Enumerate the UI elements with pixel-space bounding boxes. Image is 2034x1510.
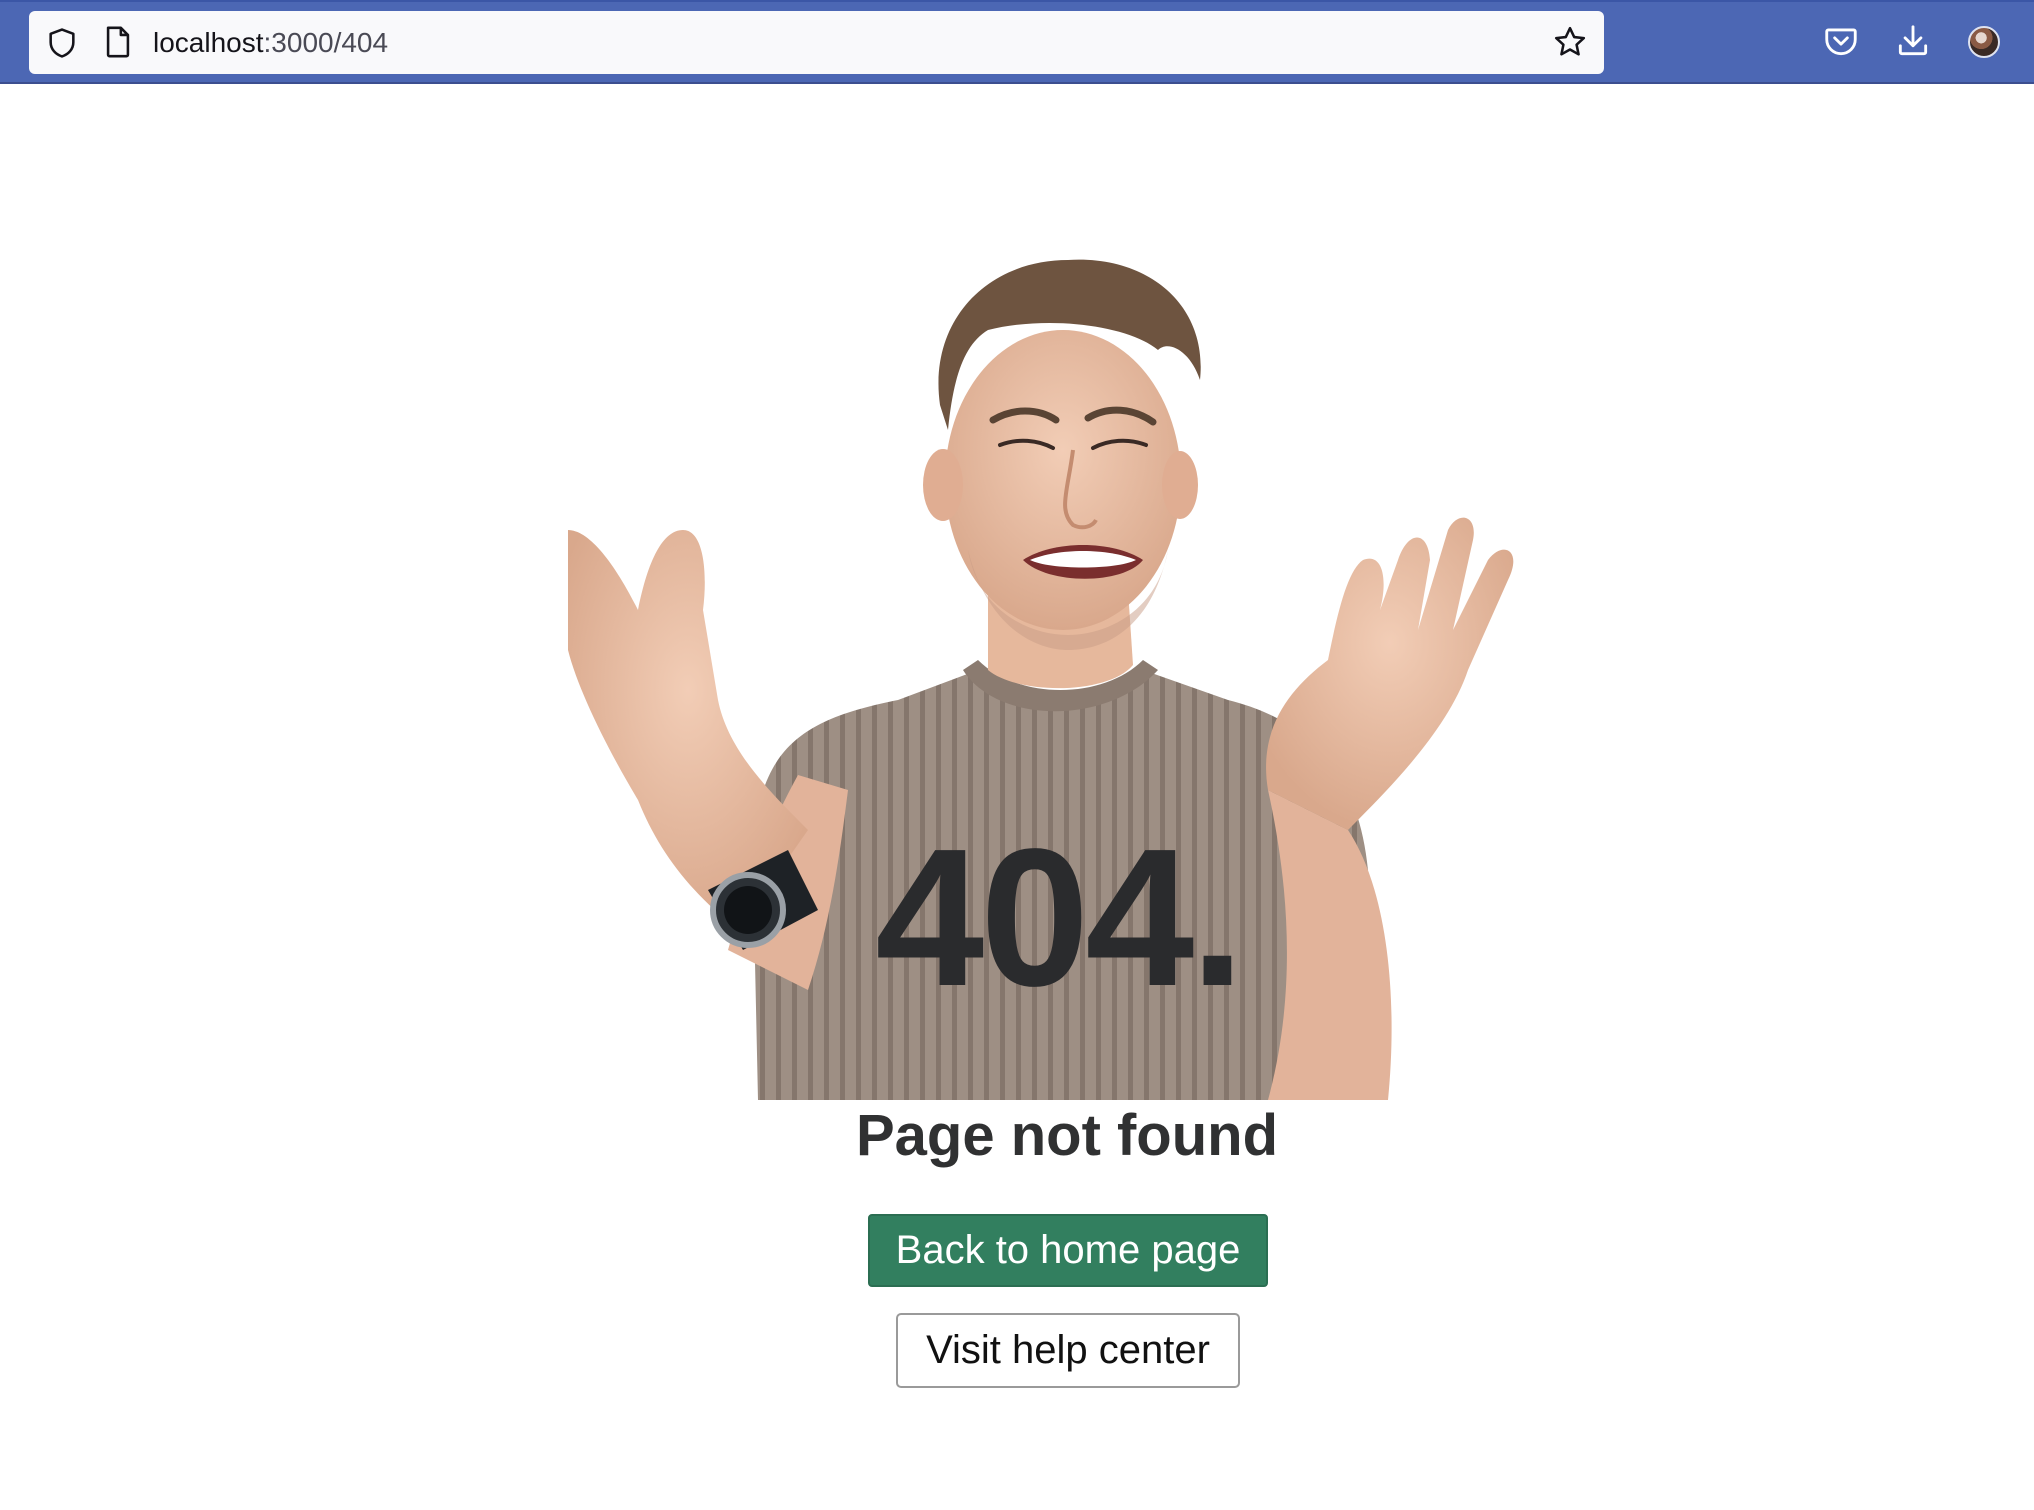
error-code: 404. <box>875 808 1244 1027</box>
browser-toolbar: localhost:3000/404 <box>0 0 2034 84</box>
avatar[interactable] <box>1968 26 2000 58</box>
star-icon[interactable] <box>1552 24 1588 60</box>
url-text[interactable]: localhost:3000/404 <box>153 11 388 74</box>
hero-illustration: 404. <box>568 230 1548 1100</box>
address-bar[interactable]: localhost:3000/404 <box>29 11 1604 74</box>
url-host: localhost <box>153 27 264 58</box>
page-content: 404. Page not found Back to home page Vi… <box>0 84 2034 1510</box>
back-to-home-button[interactable]: Back to home page <box>868 1214 1268 1287</box>
download-icon[interactable] <box>1894 22 1932 60</box>
page-icon <box>106 26 130 58</box>
visit-help-center-button[interactable]: Visit help center <box>896 1313 1240 1388</box>
url-path: :3000/404 <box>263 27 389 58</box>
pocket-icon[interactable] <box>1822 22 1860 60</box>
page-title: Page not found <box>855 1103 1279 1168</box>
shield-icon[interactable] <box>45 26 79 60</box>
